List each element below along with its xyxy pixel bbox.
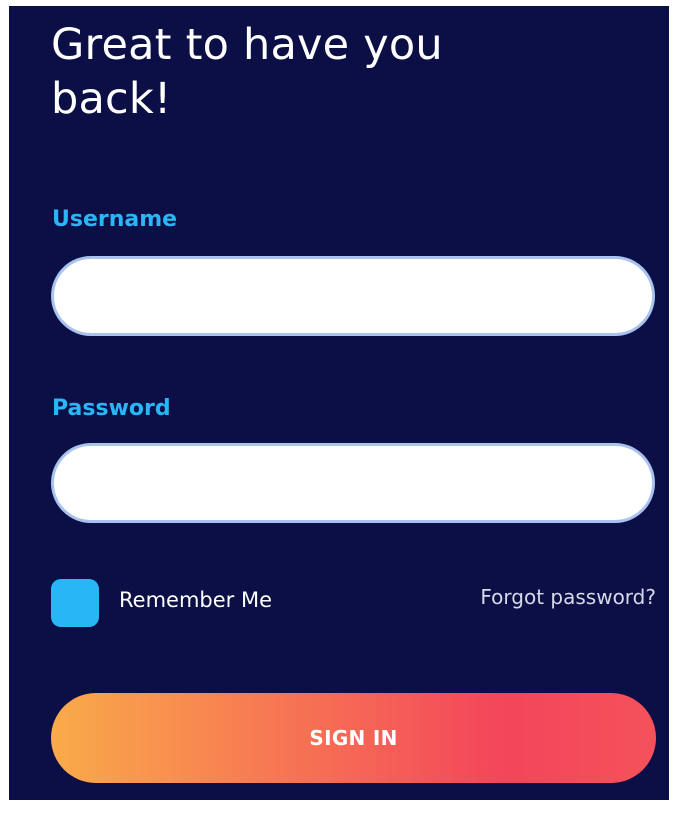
remember-me-checkbox[interactable] [51,579,99,627]
forgot-password-link[interactable]: Forgot password? [480,583,656,611]
password-input[interactable] [51,443,655,523]
login-panel: Great to have you back! Username Passwor… [9,6,669,800]
username-input[interactable] [51,256,655,336]
remember-me-label[interactable]: Remember Me [119,586,272,614]
sign-in-button[interactable]: SIGN IN [51,693,656,783]
password-label: Password [52,396,171,421]
username-label: Username [52,207,178,232]
page-title: Great to have you back! [51,20,443,124]
